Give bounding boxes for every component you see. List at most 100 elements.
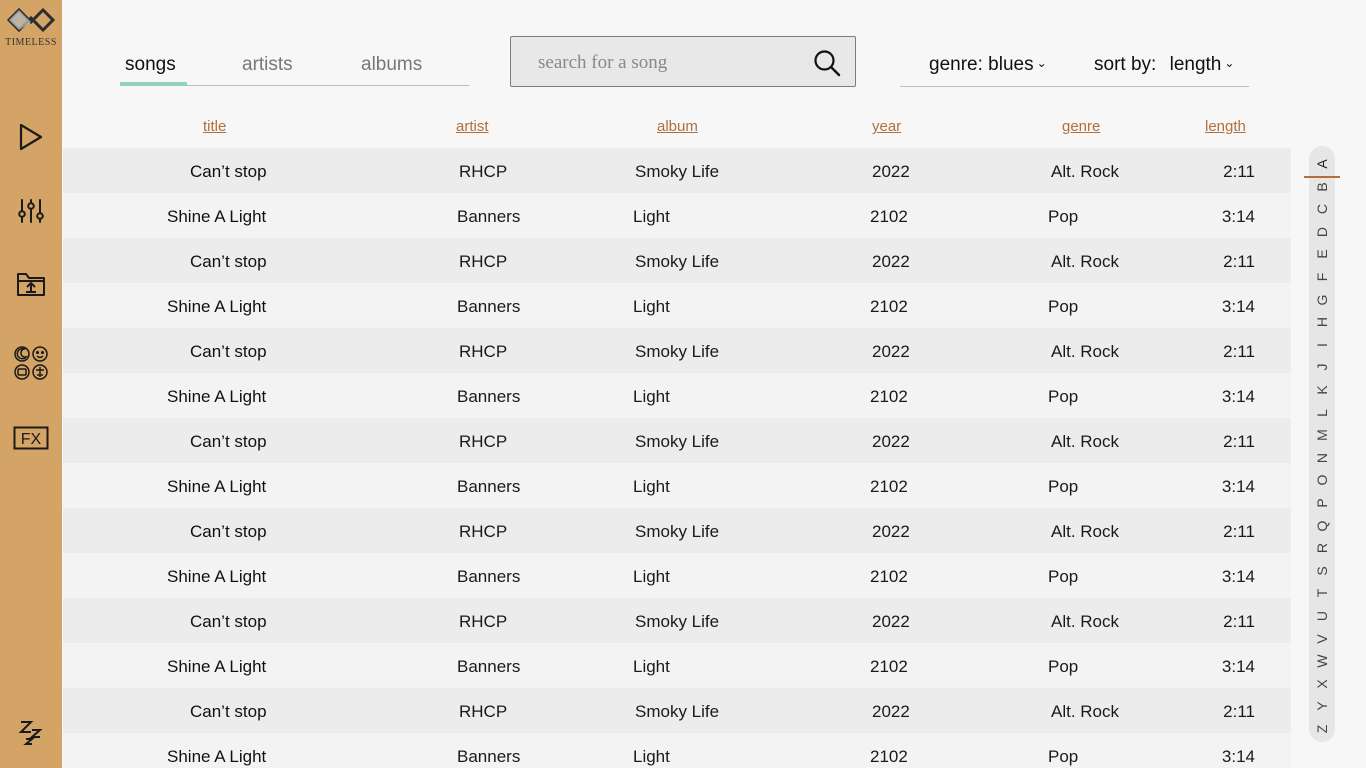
play-button[interactable] [11, 117, 51, 157]
table-row[interactable]: Can’t stop RHCP Smoky Life 2022 Alt. Rock 2:1… [63, 418, 1291, 463]
song-length: 3:14 [1221, 747, 1255, 766]
genre-filter-dropdown[interactable]: genre: blues ⌄ [929, 54, 1047, 76]
moods-icon [14, 346, 48, 380]
song-album: Light [633, 207, 670, 226]
sidebar: TIMELESS FX [0, 0, 62, 768]
fx-button[interactable]: FX [11, 418, 51, 458]
table-row[interactable]: Can’t stop RHCP Smoky Life 2022 Alt. Rock 2:1… [63, 688, 1291, 733]
sort-dropdown[interactable]: sort by: length ⌄ [1094, 54, 1234, 76]
song-length: 2:11 [1223, 612, 1255, 631]
song-artist: RHCP [459, 432, 508, 451]
song-artist: Banners [457, 567, 521, 586]
song-artist: Banners [457, 747, 521, 766]
song-genre: Alt. Rock [1051, 612, 1120, 631]
song-title: Can’t stop [190, 612, 267, 631]
song-genre: Pop [1048, 657, 1079, 676]
song-artist: Banners [457, 657, 521, 676]
tab-artists[interactable]: artists [242, 54, 293, 76]
alphabet-active-marker [1304, 176, 1340, 178]
song-artist: Banners [457, 297, 521, 316]
table-row[interactable]: Can’t stop RHCP Smoky Life 2022 Alt. Rock 2:1… [63, 598, 1291, 643]
song-year: 2022 [872, 342, 910, 361]
alphabet-letter-z[interactable]: Z [1310, 716, 1334, 742]
tab-songs[interactable]: songs [125, 54, 176, 76]
tab-albums[interactable]: albums [361, 54, 422, 76]
table-row[interactable]: Shine A Light Banners Light 2102 Pop 3:14 [63, 373, 1291, 418]
column-header-year[interactable]: year [872, 118, 901, 135]
song-title: Shine A Light [167, 747, 267, 766]
song-genre: Pop [1048, 297, 1079, 316]
table-row[interactable]: Can’t stop RHCP Smoky Life 2022 Alt. Rock 2:1… [63, 328, 1291, 373]
song-year: 2022 [872, 612, 910, 631]
table-row[interactable]: Shine A Light Banners Light 2102 Pop 3:14 [63, 643, 1291, 688]
column-header-artist[interactable]: artist [456, 118, 489, 135]
table-row[interactable]: Can’t stop RHCP Smoky Life 2022 Alt. Rock 2:1… [63, 508, 1291, 553]
table-row[interactable]: Shine A Light Banners Light 2102 Pop 3:14 [63, 193, 1291, 238]
song-title: Shine A Light [167, 297, 267, 316]
table-row[interactable]: Shine A Light Banners Light 2102 Pop 3:14 [63, 463, 1291, 508]
song-artist: RHCP [459, 252, 508, 271]
song-artist: Banners [457, 207, 521, 226]
song-genre: Alt. Rock [1051, 432, 1120, 451]
column-header-genre[interactable]: genre [1062, 118, 1100, 135]
song-artist: RHCP [459, 612, 508, 631]
fx-icon: FX [13, 426, 49, 450]
search-icon[interactable] [813, 49, 841, 77]
song-genre: Pop [1048, 477, 1079, 496]
song-genre: Alt. Rock [1051, 342, 1120, 361]
import-folder-button[interactable] [11, 264, 51, 304]
view-tabs: songs artists albums [120, 48, 469, 86]
column-header-length[interactable]: length [1205, 118, 1246, 135]
song-title: Shine A Light [167, 387, 267, 406]
search-box [510, 36, 856, 87]
equalizer-button[interactable] [11, 191, 51, 231]
song-year: 2022 [872, 162, 910, 181]
song-year: 2102 [870, 747, 908, 766]
table-row[interactable]: Shine A Light Banners Light 2102 Pop 3:14 [63, 553, 1291, 598]
table-row[interactable]: Can’t stop RHCP Smoky Life 2022 Alt. Rock 2:1… [63, 238, 1291, 283]
song-album: Smoky Life [635, 252, 720, 271]
table-row[interactable]: Can’t stop RHCP Smoky Life 2022 Alt. Rock 2:1… [63, 148, 1291, 193]
filter-bar: genre: blues ⌄ sort by: length ⌄ [900, 48, 1249, 87]
song-table: Can’t stop RHCP Smoky Life 2022 Alt. Rock 2:1… [63, 148, 1291, 768]
sleep-icon [18, 721, 43, 745]
song-album: Smoky Life [635, 432, 720, 451]
genre-filter-label: genre: blues [929, 54, 1034, 75]
song-length: 2:11 [1223, 522, 1255, 541]
song-length: 3:14 [1221, 657, 1255, 676]
song-genre: Alt. Rock [1051, 522, 1120, 541]
song-title: Can’t stop [190, 342, 267, 361]
song-length: 2:11 [1223, 162, 1255, 181]
song-title: Can’t stop [190, 432, 267, 451]
song-album: Light [633, 657, 670, 676]
moods-button[interactable] [11, 343, 51, 383]
alphabet-index: ABCDEFGHIJKLMNOPQRSTUVWXYZ [1309, 146, 1335, 742]
song-album: Smoky Life [635, 342, 720, 361]
song-year: 2022 [872, 522, 910, 541]
song-year: 2102 [870, 387, 908, 406]
app-logo[interactable]: TIMELESS [0, 4, 62, 48]
song-artist: Banners [457, 477, 521, 496]
sort-label: sort by: [1094, 54, 1157, 75]
song-artist: RHCP [459, 522, 508, 541]
song-year: 2022 [872, 432, 910, 451]
song-year: 2102 [870, 207, 908, 226]
search-input[interactable] [538, 49, 808, 77]
column-header-title[interactable]: title [203, 118, 226, 135]
song-title: Shine A Light [167, 477, 267, 496]
sleep-timer-button[interactable] [11, 712, 51, 752]
song-year: 2102 [870, 297, 908, 316]
song-genre: Alt. Rock [1051, 702, 1120, 721]
song-album: Light [633, 297, 670, 316]
song-length: 2:11 [1223, 702, 1255, 721]
song-length: 2:11 [1223, 252, 1255, 271]
table-row[interactable]: Shine A Light Banners Light 2102 Pop 3:14 [63, 283, 1291, 328]
song-length: 3:14 [1221, 297, 1255, 316]
song-title: Shine A Light [167, 207, 267, 226]
song-genre: Pop [1048, 387, 1079, 406]
song-genre: Alt. Rock [1051, 162, 1120, 181]
column-header-album[interactable]: album [657, 118, 698, 135]
song-genre: Pop [1048, 207, 1079, 226]
song-album: Smoky Life [635, 162, 720, 181]
table-row[interactable]: Shine A Light Banners Light 2102 Pop 3:14 [63, 733, 1291, 768]
